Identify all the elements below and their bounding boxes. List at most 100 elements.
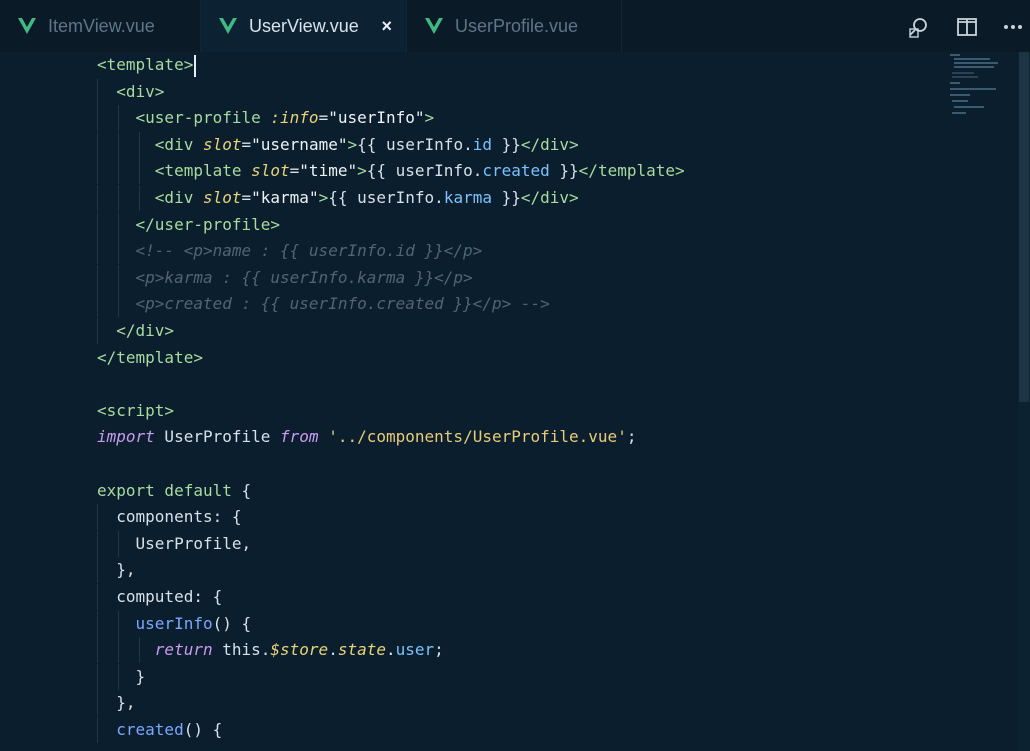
code-token: </div> <box>520 134 579 154</box>
code-editor[interactable]: 1<template>2 <div>3 <user-profile :info=… <box>0 52 1030 751</box>
code-text: <p>created : {{ userInfo.created }}</p> … <box>97 291 550 317</box>
code-line[interactable]: 13 <box>0 371 945 397</box>
code-line[interactable]: 10 <p>created : {{ userInfo.created }}</… <box>0 291 945 318</box>
code-line[interactable]: 16 <box>0 451 945 477</box>
minimap[interactable] <box>950 52 1012 122</box>
code-token: "time" <box>299 161 358 181</box>
code-token: }} <box>491 188 521 207</box>
tab-itemview[interactable]: ItemView.vue <box>0 0 201 52</box>
code-line[interactable]: 19 UserProfile, <box>0 530 945 557</box>
open-changes-icon[interactable] <box>908 16 930 38</box>
code-token: <div <box>154 134 203 154</box>
tab-userview[interactable]: UserView.vue × <box>201 0 407 52</box>
code-token: {{ userInfo. <box>366 161 483 181</box>
code-token: {{ userInfo. <box>328 188 444 207</box>
code-token: () { <box>212 613 252 633</box>
code-token: } <box>97 666 146 686</box>
tab-userprofile[interactable]: UserProfile.vue <box>407 0 622 52</box>
code-text: <user-profile :info="userInfo"> <box>97 105 435 131</box>
more-actions-icon[interactable] <box>1002 16 1024 38</box>
code-line[interactable]: 15import UserProfile from '../components… <box>0 424 945 450</box>
code-token: { <box>231 480 252 500</box>
code-token: <div <box>154 188 203 207</box>
close-icon[interactable]: × <box>381 16 392 37</box>
code-line[interactable]: 5 <template slot="time">{{ userInfo.crea… <box>0 158 945 185</box>
code-token: UserProfile <box>154 427 281 447</box>
vue-file-icon <box>425 18 443 34</box>
code-token: }} <box>491 134 521 154</box>
code-line[interactable]: 11 </div> <box>0 318 945 344</box>
tab-label: UserView.vue <box>249 15 359 36</box>
code-text: </user-profile> <box>97 212 281 238</box>
code-token: }, <box>97 560 136 580</box>
code-text: <template> <box>97 52 197 78</box>
code-text: <template slot="time">{{ userInfo.create… <box>97 158 685 184</box>
code-token: = <box>289 161 300 181</box>
code-token: <!-- <p>name : {{ userInfo.id }}</p> <box>135 241 483 261</box>
code-line[interactable]: 26 created() { <box>0 717 945 743</box>
code-line[interactable]: 23 return this.$store.state.user; <box>0 637 945 664</box>
editor-actions <box>900 0 1030 52</box>
code-text: created() { <box>97 717 222 743</box>
code-line[interactable]: 3 <user-profile :info="userInfo"> <box>0 105 945 132</box>
code-token: <user-profile <box>135 108 271 128</box>
split-editor-icon[interactable] <box>956 16 978 38</box>
code-token: components: { <box>97 507 242 527</box>
code-token: computed: { <box>97 587 223 606</box>
code-token: > <box>347 134 358 154</box>
code-line[interactable]: 22 userInfo() { <box>0 610 945 637</box>
code-line[interactable]: 18 components: { <box>0 504 945 531</box>
code-token: created <box>116 720 184 739</box>
code-line[interactable]: 17export default { <box>0 478 945 504</box>
code-line[interactable]: 21 computed: { <box>0 584 945 610</box>
code-line[interactable]: 1<template> <box>0 52 945 78</box>
code-line[interactable]: 24 } <box>0 663 945 690</box>
code-token: > <box>318 188 329 207</box>
code-line[interactable]: 14<script> <box>0 398 945 424</box>
code-token: from <box>280 427 319 447</box>
code-token: id <box>472 134 492 154</box>
tab-label: UserProfile.vue <box>455 15 579 36</box>
vue-file-icon <box>219 18 237 34</box>
code-line[interactable]: 9 <p>karma : {{ userInfo.karma }}</p> <box>0 264 945 291</box>
code-text: </template> <box>97 345 203 371</box>
code-token: this. <box>212 640 271 660</box>
code-token: karma <box>443 188 492 207</box>
code-line[interactable]: 4 <div slot="username">{{ userInfo.id }}… <box>0 131 945 158</box>
code-text: return this.$store.state.user; <box>97 637 444 663</box>
code-token: user <box>395 640 435 660</box>
code-line[interactable]: 8 <!-- <p>name : {{ userInfo.id }}</p> <box>0 238 945 265</box>
code-text: <div slot="username">{{ userInfo.id }}</… <box>97 132 579 158</box>
code-line[interactable]: 7 </user-profile> <box>0 211 945 238</box>
code-token: . <box>386 640 396 660</box>
code-token: > <box>424 108 435 128</box>
code-line[interactable]: 6 <div slot="karma">{{ userInfo.karma }}… <box>0 185 945 211</box>
code-token: <p>karma : {{ userInfo.karma }}</p> <box>135 267 473 287</box>
scrollbar-thumb[interactable] <box>1019 52 1029 402</box>
code-text: userInfo() { <box>97 611 252 637</box>
code-token: created <box>482 161 550 181</box>
code-line[interactable]: 2 <div> <box>0 78 945 105</box>
code-token: "username" <box>251 134 348 154</box>
code-token: = <box>241 134 252 154</box>
code-token: return <box>154 640 213 660</box>
code-line[interactable]: 12</template> <box>0 345 945 371</box>
code-line[interactable]: 25 }, <box>0 690 945 717</box>
code-token: . <box>328 640 338 660</box>
code-text: }, <box>97 690 135 716</box>
code-token: UserProfile, <box>97 533 252 553</box>
code-line[interactable]: 20 }, <box>0 557 945 584</box>
tab-label: ItemView.vue <box>48 15 155 36</box>
vertical-scrollbar[interactable] <box>1018 52 1030 751</box>
code-text: }, <box>97 557 136 583</box>
